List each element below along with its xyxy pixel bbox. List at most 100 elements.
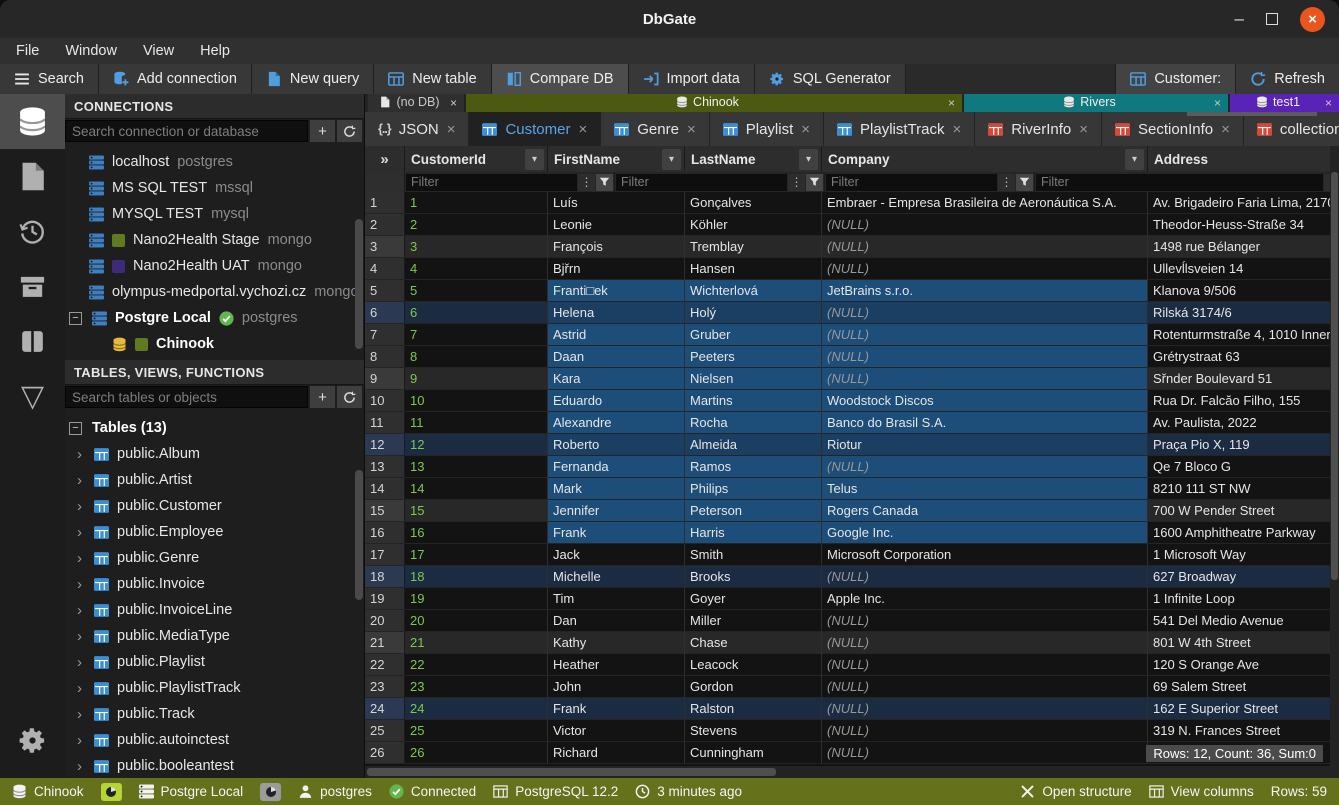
connection-item[interactable]: −Postgre Localpostgres	[65, 305, 364, 331]
statusbar-item-rows-59[interactable]: Rows: 59	[1271, 784, 1327, 799]
table-item[interactable]: ›public.autoinctest	[65, 727, 364, 753]
menu-window[interactable]: Window	[65, 43, 117, 59]
sidebar-gear-icon[interactable]	[0, 713, 65, 768]
cell-company[interactable]: (NULL)	[822, 698, 1148, 720]
cell-customerid[interactable]: 22	[405, 654, 548, 676]
cell-lastname[interactable]: Goyer	[685, 588, 822, 610]
tab-playlist[interactable]: Playlist×	[710, 112, 824, 146]
grid-vscroll-thumb[interactable]	[1331, 172, 1338, 580]
close-tab-icon[interactable]: ×	[1221, 121, 1230, 138]
table-row[interactable]: 1616FrankHarrisGoogle Inc.1600 Amphithea…	[365, 522, 1339, 544]
expand-chevron-icon[interactable]: ›	[73, 602, 86, 619]
row-number-cell[interactable]: 16	[365, 522, 405, 544]
close-tab-icon[interactable]: ×	[687, 121, 696, 138]
filter-input-company[interactable]	[1036, 174, 1323, 191]
cell-lastname[interactable]: Philips	[685, 478, 822, 500]
cell-firstname[interactable]: Luís	[548, 192, 685, 214]
row-number-cell[interactable]: 22	[365, 654, 405, 676]
table-row[interactable]: 1515JenniferPetersonRogers Canada700 W P…	[365, 500, 1339, 522]
grid-horizontal-scrollbar[interactable]	[365, 766, 1339, 778]
sidebar-history-icon[interactable]	[0, 204, 65, 259]
color-swatch-badge[interactable]	[260, 783, 281, 801]
cell-address[interactable]: Rotenturmstraße 4, 1010 Innere Stadt	[1148, 324, 1339, 346]
refresh-button[interactable]: Refresh	[1236, 64, 1339, 94]
row-number-cell[interactable]: 11	[365, 412, 405, 434]
cell-customerid[interactable]: 13	[405, 456, 548, 478]
cell-lastname[interactable]: Stevens	[685, 720, 822, 742]
grid-corner-button[interactable]: »	[365, 146, 405, 172]
cell-address[interactable]: Theodor-Heuss-Straße 34	[1148, 214, 1339, 236]
collapse-box-icon[interactable]: −	[69, 422, 82, 435]
close-tab-icon[interactable]: ×	[579, 121, 588, 138]
cell-customerid[interactable]: 19	[405, 588, 548, 610]
close-tab-icon[interactable]: ×	[801, 121, 810, 138]
cell-customerid[interactable]: 2	[405, 214, 548, 236]
db-group-tab-Rivers[interactable]: Rivers×	[964, 94, 1228, 112]
cell-customerid[interactable]: 3	[405, 236, 548, 258]
cell-customerid[interactable]: 10	[405, 390, 548, 412]
cell-address[interactable]: 801 W 4th Street	[1148, 632, 1339, 654]
cell-customerid[interactable]: 20	[405, 610, 548, 632]
table-row[interactable]: 11LuísGonçalvesEmbraer - Empresa Brasile…	[365, 192, 1339, 214]
cell-firstname[interactable]: Dan	[548, 610, 685, 632]
cell-customerid[interactable]: 17	[405, 544, 548, 566]
cell-company[interactable]: JetBrains s.r.o.	[822, 280, 1148, 302]
cell-firstname[interactable]: Frank	[548, 698, 685, 720]
table-item[interactable]: ›public.MediaType	[65, 623, 364, 649]
connections-scrollbar[interactable]	[355, 219, 363, 349]
cell-customerid[interactable]: 12	[405, 434, 548, 456]
close-tab-icon[interactable]: ×	[1325, 96, 1332, 110]
connection-item[interactable]: Chinook	[65, 331, 364, 357]
row-number-cell[interactable]: 3	[365, 236, 405, 258]
close-tab-icon[interactable]: ×	[1079, 121, 1088, 138]
cell-firstname[interactable]: John	[548, 676, 685, 698]
row-number-cell[interactable]: 6	[365, 302, 405, 324]
table-row[interactable]: 1010EduardoMartinsWoodstock DiscosRua Dr…	[365, 390, 1339, 412]
close-tab-icon[interactable]: ×	[447, 121, 456, 138]
collapse-box-icon[interactable]: −	[69, 312, 82, 325]
cell-company[interactable]: (NULL)	[822, 346, 1148, 368]
tabbar-scrollbar[interactable]	[1187, 112, 1317, 116]
cell-lastname[interactable]: Ramos	[685, 456, 822, 478]
expand-chevron-icon[interactable]: ›	[73, 524, 86, 541]
filter-menu-button[interactable]: ⋮	[788, 174, 805, 191]
cell-company[interactable]: (NULL)	[822, 632, 1148, 654]
expand-chevron-icon[interactable]: ›	[73, 758, 86, 775]
cell-customerid[interactable]: 6	[405, 302, 548, 324]
cell-firstname[interactable]: Kathy	[548, 632, 685, 654]
add-connection-button[interactable]: Add connection	[99, 64, 251, 94]
close-tab-icon[interactable]: ×	[948, 96, 955, 110]
cell-firstname[interactable]: Franti□ek	[548, 280, 685, 302]
row-number-cell[interactable]: 25	[365, 720, 405, 742]
cell-address[interactable]: 541 Del Medio Avenue	[1148, 610, 1339, 632]
table-row[interactable]: 1717JackSmithMicrosoft Corporation1 Micr…	[365, 544, 1339, 566]
cell-customerid[interactable]: 11	[405, 412, 548, 434]
cell-firstname[interactable]: Heather	[548, 654, 685, 676]
table-row[interactable]: 1818MichelleBrooks(NULL)627 Broadway	[365, 566, 1339, 588]
row-number-cell[interactable]: 17	[365, 544, 405, 566]
cell-firstname[interactable]: Kara	[548, 368, 685, 390]
statusbar-item-postgre-local[interactable]: Postgre Local	[139, 784, 244, 799]
cell-company[interactable]: Google Inc.	[822, 522, 1148, 544]
cell-lastname[interactable]: Hansen	[685, 258, 822, 280]
row-number-cell[interactable]: 18	[365, 566, 405, 588]
tab-genre[interactable]: Genre×	[601, 112, 709, 146]
table-row[interactable]: 1212RobertoAlmeidaRioturPraça Pio X, 119	[365, 434, 1339, 456]
cell-company[interactable]: (NULL)	[822, 456, 1148, 478]
statusbar-item-postgres[interactable]: postgres	[298, 784, 372, 799]
table-row[interactable]: 1414MarkPhilipsTelus8210 111 ST NW	[365, 478, 1339, 500]
cell-address[interactable]: Rilská 3174/6	[1148, 302, 1339, 324]
close-button[interactable]: ×	[1300, 7, 1325, 32]
cell-address[interactable]: 162 E Superior Street	[1148, 698, 1339, 720]
cell-company[interactable]: (NULL)	[822, 258, 1148, 280]
sql-generator-button[interactable]: SQL Generator	[755, 64, 905, 94]
connection-item[interactable]: olympus-medportal.vychozi.czmongo	[65, 279, 364, 305]
cell-lastname[interactable]: Köhler	[685, 214, 822, 236]
expand-chevron-icon[interactable]: ›	[73, 550, 86, 567]
expand-chevron-icon[interactable]: ›	[73, 654, 86, 671]
connection-item[interactable]: MYSQL TESTmysql	[65, 201, 364, 227]
cell-company[interactable]: (NULL)	[822, 324, 1148, 346]
table-item[interactable]: ›public.Track	[65, 701, 364, 727]
expand-chevron-icon[interactable]: ›	[73, 706, 86, 723]
cell-lastname[interactable]: Wichterlová	[685, 280, 822, 302]
